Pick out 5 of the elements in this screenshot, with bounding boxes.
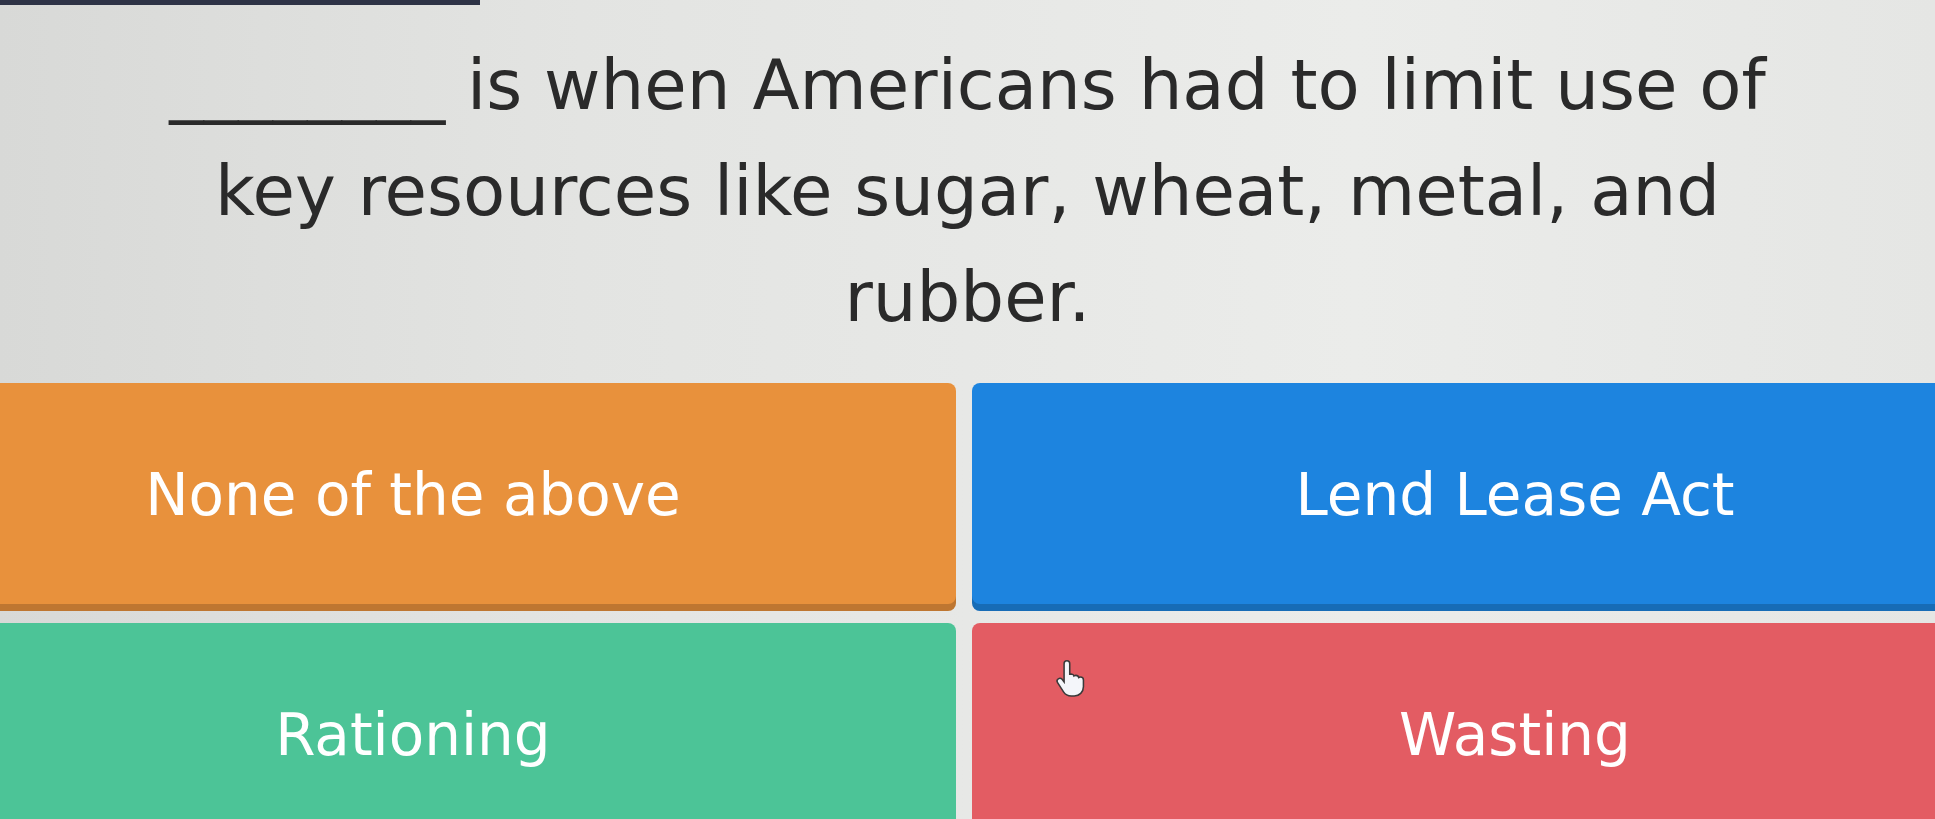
answer-option[interactable]: None of the above bbox=[0, 383, 956, 611]
answer-option[interactable]: Lend Lease Act bbox=[972, 383, 1935, 611]
answer-option[interactable]: Wasting bbox=[972, 623, 1935, 819]
question-text: ________ is when Americans had to limit use of key resources like sugar, wheat, metal, and rubber. bbox=[167, 44, 1768, 339]
answer-option[interactable]: Rationing bbox=[0, 623, 956, 819]
